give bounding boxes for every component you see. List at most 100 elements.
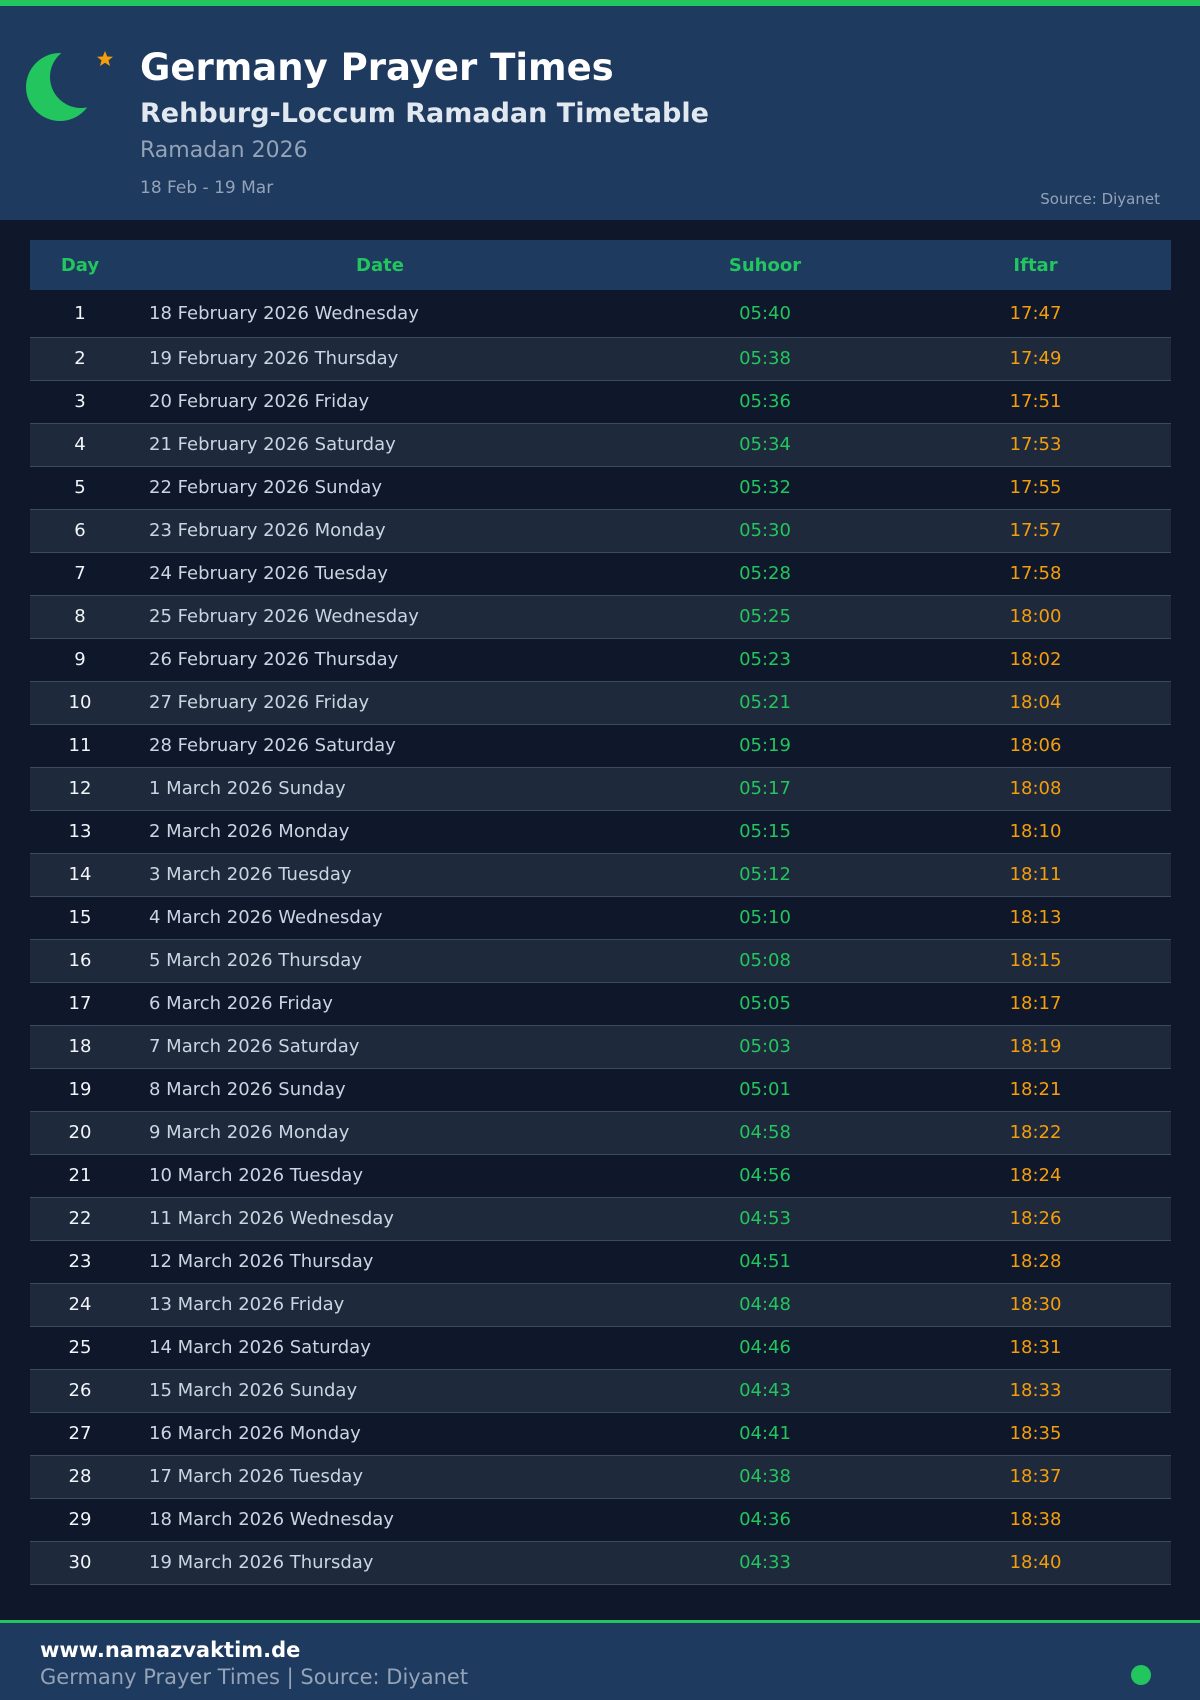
- date-cell: 15 March 2026 Sunday: [149, 1380, 358, 1401]
- day-cell: 8: [74, 606, 86, 627]
- day-cell: 7: [74, 563, 86, 584]
- day-cell: 19: [68, 1079, 92, 1100]
- day-cell: 11: [68, 735, 92, 756]
- day-cell: 1: [74, 302, 86, 324]
- suhoor-cell: 05:30: [739, 520, 791, 541]
- date-cell: 10 March 2026 Tuesday: [149, 1165, 363, 1186]
- iftar-cell: 18:08: [1009, 778, 1062, 799]
- footer-site-link[interactable]: www.namazvaktim.de: [40, 1638, 300, 1662]
- table-row: 8 25 February 2026 Wednesday 05:25 18:00: [30, 595, 1171, 638]
- date-cell: 19 March 2026 Thursday: [149, 1552, 374, 1573]
- day-cell: 13: [68, 821, 92, 842]
- iftar-cell: 18:11: [1009, 864, 1062, 885]
- suhoor-cell: 04:43: [739, 1380, 791, 1401]
- table-row: 28 17 March 2026 Tuesday 04:38 18:37: [30, 1455, 1171, 1498]
- suhoor-cell: 04:36: [739, 1509, 791, 1530]
- day-cell: 29: [68, 1509, 92, 1530]
- season-label: Ramadan 2026: [140, 138, 308, 163]
- column-header-suhoor: Suhoor: [728, 254, 802, 276]
- iftar-cell: 18:31: [1009, 1337, 1062, 1358]
- table-row: 26 15 March 2026 Sunday 04:43 18:33: [30, 1369, 1171, 1412]
- table-row: 14 3 March 2026 Tuesday 05:12 18:11: [30, 853, 1171, 896]
- table-row: 7 24 February 2026 Tuesday 05:28 17:58: [30, 552, 1171, 595]
- table-row: 11 28 February 2026 Saturday 05:19 18:06: [30, 724, 1171, 767]
- table-row: 2 19 February 2026 Thursday 05:38 17:49: [30, 337, 1171, 380]
- date-cell: 4 March 2026 Wednesday: [149, 907, 383, 928]
- date-cell: 24 February 2026 Tuesday: [149, 563, 388, 584]
- suhoor-cell: 05:36: [739, 391, 791, 412]
- suhoor-cell: 04:48: [739, 1294, 791, 1315]
- day-cell: 4: [74, 434, 86, 455]
- day-cell: 22: [68, 1208, 92, 1229]
- suhoor-cell: 04:33: [739, 1552, 791, 1573]
- suhoor-cell: 05:23: [739, 649, 791, 670]
- iftar-cell: 17:57: [1009, 520, 1062, 541]
- date-cell: 7 March 2026 Saturday: [149, 1036, 360, 1057]
- table-row: 25 14 March 2026 Saturday 04:46 18:31: [30, 1326, 1171, 1369]
- table-row: 20 9 March 2026 Monday 04:58 18:22: [30, 1111, 1171, 1154]
- iftar-cell: 18:22: [1009, 1122, 1062, 1143]
- iftar-cell: 18:17: [1009, 993, 1062, 1014]
- suhoor-cell: 05:05: [739, 993, 791, 1014]
- suhoor-cell: 05:28: [739, 563, 791, 584]
- date-cell: 23 February 2026 Monday: [149, 520, 386, 541]
- date-cell: 17 March 2026 Tuesday: [149, 1466, 363, 1487]
- date-cell: 25 February 2026 Wednesday: [149, 606, 419, 627]
- table-row: 3 20 February 2026 Friday 05:36 17:51: [30, 380, 1171, 423]
- crescent-moon-icon: [26, 46, 113, 121]
- suhoor-cell: 04:56: [739, 1165, 791, 1186]
- day-cell: 25: [68, 1337, 92, 1358]
- suhoor-cell: 04:58: [739, 1122, 791, 1143]
- iftar-cell: 17:55: [1009, 477, 1062, 498]
- table-row: 9 26 February 2026 Thursday 05:23 18:02: [30, 638, 1171, 681]
- iftar-cell: 18:21: [1009, 1079, 1062, 1100]
- date-cell: 19 February 2026 Thursday: [149, 348, 399, 369]
- table-row: 15 4 March 2026 Wednesday 05:10 18:13: [30, 896, 1171, 939]
- iftar-cell: 18:37: [1009, 1466, 1062, 1487]
- day-cell: 23: [68, 1251, 92, 1272]
- table-row: 12 1 March 2026 Sunday 05:17 18:08: [30, 767, 1171, 810]
- date-cell: 22 February 2026 Sunday: [149, 477, 382, 498]
- iftar-cell: 17:53: [1009, 434, 1062, 455]
- date-cell: 11 March 2026 Wednesday: [149, 1208, 394, 1229]
- page-footer: www.namazvaktim.de Germany Prayer Times …: [0, 1623, 1200, 1700]
- date-cell: 8 March 2026 Sunday: [149, 1079, 346, 1100]
- date-cell: 21 February 2026 Saturday: [149, 434, 396, 455]
- day-cell: 10: [68, 692, 92, 713]
- suhoor-cell: 05:01: [739, 1079, 791, 1100]
- date-cell: 3 March 2026 Tuesday: [149, 864, 352, 885]
- iftar-cell: 18:30: [1009, 1294, 1062, 1315]
- day-cell: 28: [68, 1466, 92, 1487]
- day-cell: 14: [68, 864, 92, 885]
- table-row: 22 11 March 2026 Wednesday 04:53 18:26: [30, 1197, 1171, 1240]
- date-cell: 14 March 2026 Saturday: [149, 1337, 371, 1358]
- date-cell: 26 February 2026 Thursday: [149, 649, 399, 670]
- day-cell: 12: [68, 778, 92, 799]
- page-header: Germany Prayer Times Rehburg-Loccum Rama…: [0, 6, 1200, 220]
- date-cell: 9 March 2026 Monday: [149, 1122, 350, 1143]
- table-row: 29 18 March 2026 Wednesday 04:36 18:38: [30, 1498, 1171, 1541]
- table-row: 17 6 March 2026 Friday 05:05 18:17: [30, 982, 1171, 1025]
- suhoor-cell: 05:21: [739, 692, 791, 713]
- table-row: 24 13 March 2026 Friday 04:48 18:30: [30, 1283, 1171, 1326]
- iftar-cell: 18:04: [1009, 692, 1062, 713]
- footer-text: Germany Prayer Times | Source: Diyanet: [40, 1665, 469, 1689]
- table-row: 4 21 February 2026 Saturday 05:34 17:53: [30, 423, 1171, 466]
- iftar-cell: 18:06: [1009, 735, 1062, 756]
- iftar-cell: 18:28: [1009, 1251, 1062, 1272]
- day-cell: 30: [68, 1552, 92, 1573]
- table-row: 27 16 March 2026 Monday 04:41 18:35: [30, 1412, 1171, 1455]
- day-cell: 3: [74, 391, 86, 412]
- suhoor-cell: 04:41: [739, 1423, 791, 1444]
- suhoor-cell: 04:53: [739, 1208, 791, 1229]
- date-cell: 18 March 2026 Wednesday: [149, 1509, 394, 1530]
- iftar-cell: 18:19: [1009, 1036, 1062, 1057]
- day-cell: 18: [68, 1036, 92, 1057]
- suhoor-cell: 04:38: [739, 1466, 791, 1487]
- suhoor-cell: 05:25: [739, 606, 791, 627]
- iftar-cell: 17:49: [1009, 348, 1062, 369]
- suhoor-cell: 05:17: [739, 778, 791, 799]
- iftar-cell: 17:58: [1009, 563, 1062, 584]
- date-cell: 1 March 2026 Sunday: [149, 778, 346, 799]
- suhoor-cell: 05:08: [739, 950, 791, 971]
